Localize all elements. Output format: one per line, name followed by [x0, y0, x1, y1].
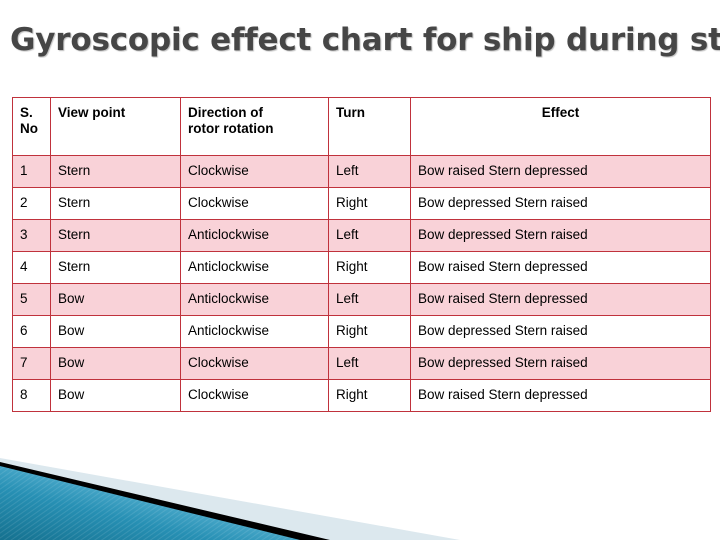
column-header-effect: Effect: [410, 97, 711, 156]
table-row: 6 Bow Anticlockwise Right Bow depressed Ster…: [12, 315, 711, 348]
cell-effect: Bow raised Stern depressed: [410, 379, 711, 412]
cell-direction: Anticlockwise: [180, 219, 329, 252]
column-header-direction: Direction of rotor rotation: [180, 97, 329, 156]
table-row: 4 Stern Anticlockwise Right Bow raised Stern…: [12, 251, 711, 284]
cell-effect: Bow depressed Stern raised: [410, 347, 711, 380]
column-header-view-point: View point: [50, 97, 181, 156]
table-row: 5 Bow Anticlockwise Left Bow raised Stern de…: [12, 283, 711, 316]
sno-head-line1: S.: [20, 105, 33, 120]
cell-view-point: Stern: [50, 187, 181, 220]
cell-turn: Left: [328, 347, 411, 380]
cell-direction: Clockwise: [180, 347, 329, 380]
cell-effect: Bow depressed Stern raised: [410, 219, 711, 252]
decor-teal-triangle: [0, 466, 300, 540]
cell-turn: Right: [328, 315, 411, 348]
table-header: S. No View point Direction of rotor rotati…: [12, 97, 711, 156]
table-header-row: S. No View point Direction of rotor rotati…: [12, 97, 711, 156]
cell-view-point: Bow: [50, 283, 181, 316]
cell-sno: 1: [12, 155, 51, 188]
cell-sno: 5: [12, 283, 51, 316]
table-row: 1 Stern Clockwise Left Bow raised Stern depr…: [12, 155, 711, 188]
cell-effect: Bow raised Stern depressed: [410, 155, 711, 188]
direction-head-line2: rotor rotation: [188, 120, 274, 136]
cell-direction: Clockwise: [180, 379, 329, 412]
cell-view-point: Bow: [50, 379, 181, 412]
cell-direction: Anticlockwise: [180, 315, 329, 348]
cell-view-point: Bow: [50, 315, 181, 348]
cell-turn: Left: [328, 219, 411, 252]
cell-sno: 8: [12, 379, 51, 412]
cell-view-point: Stern: [50, 251, 181, 284]
cell-sno: 7: [12, 347, 51, 380]
cell-effect: Bow depressed Stern raised: [410, 187, 711, 220]
cell-sno: 3: [12, 219, 51, 252]
column-header-sno: S. No: [12, 97, 51, 156]
cell-direction: Anticlockwise: [180, 283, 329, 316]
decor-pale-wedge: [0, 458, 460, 540]
cell-direction: Anticlockwise: [180, 251, 329, 284]
cell-turn: Right: [328, 251, 411, 284]
cell-effect: Bow raised Stern depressed: [410, 251, 711, 284]
cell-effect: Bow raised Stern depressed: [410, 283, 711, 316]
corner-decoration: [0, 458, 460, 540]
cell-view-point: Bow: [50, 347, 181, 380]
table-row: 2 Stern Clockwise Right Bow depressed Stern …: [12, 187, 711, 220]
column-header-turn: Turn: [328, 97, 411, 156]
cell-direction: Clockwise: [180, 155, 329, 188]
table-row: 3 Stern Anticlockwise Left Bow depressed Ste…: [12, 219, 711, 252]
table-body: 1 Stern Clockwise Left Bow raised Stern depr…: [12, 155, 711, 412]
cell-sno: 6: [12, 315, 51, 348]
page-title: Gyroscopic effect chart for ship during …: [10, 22, 720, 58]
cell-turn: Left: [328, 155, 411, 188]
table-row: 8 Bow Clockwise Right Bow raised Stern depre…: [12, 379, 711, 412]
cell-view-point: Stern: [50, 155, 181, 188]
cell-sno: 2: [12, 187, 51, 220]
table-row: 7 Bow Clockwise Left Bow depressed Stern rai…: [12, 347, 711, 380]
sno-head-line2: No: [20, 120, 38, 136]
cell-effect: Bow depressed Stern raised: [410, 315, 711, 348]
cell-turn: Right: [328, 379, 411, 412]
decor-teal-texture: [0, 466, 300, 540]
gyroscopic-effect-table: S. No View point Direction of rotor rotati…: [12, 97, 711, 412]
cell-direction: Clockwise: [180, 187, 329, 220]
cell-sno: 4: [12, 251, 51, 284]
cell-view-point: Stern: [50, 219, 181, 252]
direction-head-line1: Direction of: [188, 105, 264, 120]
cell-turn: Left: [328, 283, 411, 316]
decor-black-band: [0, 462, 330, 540]
cell-turn: Right: [328, 187, 411, 220]
